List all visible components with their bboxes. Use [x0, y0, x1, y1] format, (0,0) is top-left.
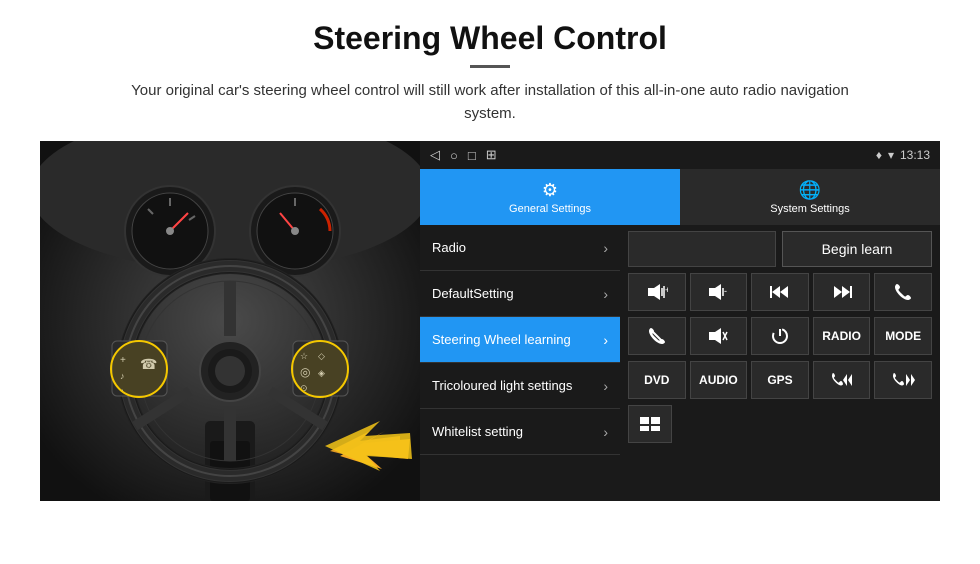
menu-label-steering: Steering Wheel learning: [432, 332, 571, 347]
tab-system-settings[interactable]: 🌐 System Settings: [680, 169, 940, 225]
android-panel: ◁ ○ □ ⊞ ♦ ▾ 13:13 ⚙ General Settings: [420, 141, 940, 501]
prev-btn[interactable]: [751, 273, 809, 311]
menu-item-tricoloured[interactable]: Tricoloured light settings ›: [420, 363, 620, 409]
text-row: DVD AUDIO GPS: [628, 361, 932, 399]
content-row: + ♪ - ☎ ☆ ◇ ◎ ◈ ⊙: [40, 141, 940, 501]
tab-bar: ⚙ General Settings 🌐 System Settings: [420, 169, 940, 225]
mode-text: MODE: [885, 329, 921, 343]
menu-column: Radio › DefaultSetting › Steering Wheel …: [420, 225, 620, 501]
car-image-section: + ♪ - ☎ ☆ ◇ ◎ ◈ ⊙: [40, 141, 420, 501]
gps-text: GPS: [767, 373, 792, 387]
call-btn[interactable]: [874, 273, 932, 311]
general-settings-icon: ⚙: [542, 180, 558, 201]
tab-system-label: System Settings: [770, 203, 849, 215]
menu-arrow-whitelist: ›: [603, 424, 608, 440]
menu-label-radio: Radio: [432, 240, 466, 255]
radio-btn[interactable]: RADIO: [813, 317, 871, 355]
dvd-btn[interactable]: DVD: [628, 361, 686, 399]
page-title: Steering Wheel Control: [40, 20, 940, 57]
mode-btn[interactable]: MODE: [874, 317, 932, 355]
menu-arrow-defaultsetting: ›: [603, 286, 608, 302]
next-btn[interactable]: [813, 273, 871, 311]
menu-arrow-tricoloured: ›: [603, 378, 608, 394]
page-subtitle: Your original car's steering wheel contr…: [115, 80, 865, 125]
audio-btn[interactable]: AUDIO: [690, 361, 748, 399]
status-bar-right: ♦ ▾ 13:13: [876, 148, 930, 162]
location-icon: ♦: [876, 148, 882, 162]
menu-item-whitelist[interactable]: Whitelist setting ›: [420, 409, 620, 455]
menu-arrow-steering: ›: [603, 332, 608, 348]
title-divider: [470, 65, 510, 68]
title-section: Steering Wheel Control Your original car…: [40, 20, 940, 125]
back-nav-icon[interactable]: ◁: [430, 147, 440, 163]
svg-text:+: +: [665, 285, 668, 295]
begin-learn-button[interactable]: Begin learn: [782, 231, 932, 267]
status-bar: ◁ ○ □ ⊞ ♦ ▾ 13:13: [420, 141, 940, 169]
status-bar-left: ◁ ○ □ ⊞: [430, 147, 497, 163]
home-nav-icon[interactable]: ○: [450, 148, 458, 163]
radio-row: Begin learn: [628, 231, 932, 267]
menu-item-steering[interactable]: Steering Wheel learning ›: [420, 317, 620, 363]
settings-list: Radio › DefaultSetting › Steering Wheel …: [420, 225, 940, 501]
right-content: Begin learn +: [620, 225, 940, 501]
status-time: 13:13: [900, 148, 930, 162]
menu-label-tricoloured: Tricoloured light settings: [432, 378, 572, 393]
call-next-btn[interactable]: [874, 361, 932, 399]
dvd-text: DVD: [644, 373, 669, 387]
controls-row1: + -: [628, 273, 932, 311]
audio-text: AUDIO: [699, 373, 738, 387]
page-wrapper: Steering Wheel Control Your original car…: [0, 0, 980, 511]
gps-btn[interactable]: GPS: [751, 361, 809, 399]
menu-icon-btn[interactable]: [628, 405, 672, 443]
bottom-icon-row: [628, 405, 932, 443]
hang-up-btn[interactable]: [628, 317, 686, 355]
grid-nav-icon[interactable]: ⊞: [486, 147, 497, 163]
vol-down-btn[interactable]: -: [690, 273, 748, 311]
recents-nav-icon[interactable]: □: [468, 148, 476, 163]
controls-row2: RADIO MODE: [628, 317, 932, 355]
radio-input-box: [628, 231, 776, 267]
call-prev-btn[interactable]: [813, 361, 871, 399]
signal-icon: ▾: [888, 148, 894, 162]
radio-text: RADIO: [822, 329, 861, 343]
svg-text:-: -: [724, 286, 727, 296]
tab-general-settings[interactable]: ⚙ General Settings: [420, 169, 680, 225]
menu-label-defaultsetting: DefaultSetting: [432, 286, 514, 301]
mute-btn[interactable]: [690, 317, 748, 355]
menu-arrow-radio: ›: [603, 240, 608, 256]
menu-label-whitelist: Whitelist setting: [432, 424, 523, 439]
menu-item-radio[interactable]: Radio ›: [420, 225, 620, 271]
vol-up-btn[interactable]: +: [628, 273, 686, 311]
power-btn[interactable]: [751, 317, 809, 355]
menu-item-defaultsetting[interactable]: DefaultSetting ›: [420, 271, 620, 317]
system-settings-icon: 🌐: [799, 180, 821, 201]
tab-general-label: General Settings: [509, 203, 591, 215]
